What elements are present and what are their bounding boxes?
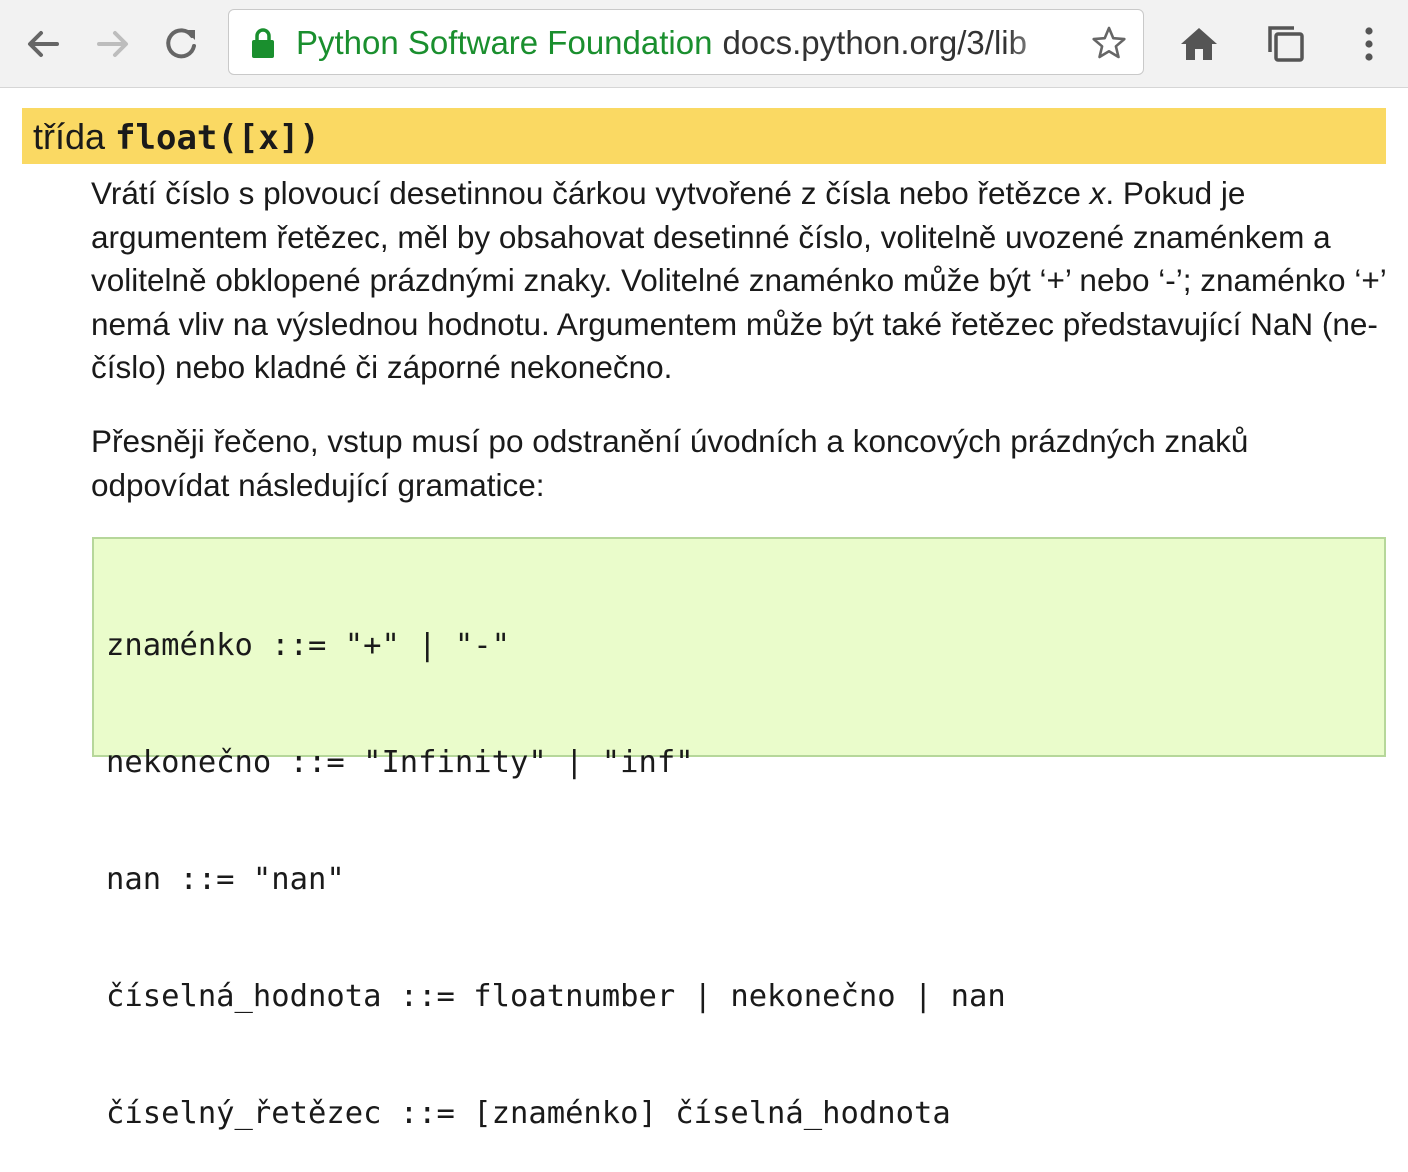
grammar-line: číselná_hodnota ::= floatnumber | nekone… (106, 979, 1006, 1014)
signature-name: float([x]) (115, 118, 320, 158)
back-arrow-icon (28, 31, 59, 57)
reload-button[interactable] (156, 19, 206, 69)
grammar-intro-paragraph: Přesněji řečeno, vstup musí po odstraněn… (91, 423, 1249, 503)
tabs-button[interactable] (1261, 19, 1311, 69)
description-text-a: Vrátí číslo s plovoucí desetinnou čárkou… (91, 175, 1090, 211)
grammar-line: nan ::= "nan" (106, 862, 345, 897)
grammar-code-block: znaménko ::= "+" | "-" nekonečno ::= "In… (92, 537, 1386, 1131)
grammar-line: nekonečno ::= "Infinity" | "inf" (106, 745, 694, 780)
star-icon[interactable] (1091, 25, 1127, 61)
url-text[interactable]: Python Software Foundation docs.python.or… (296, 10, 1068, 74)
lock-icon (252, 28, 274, 58)
param-x: x (1089, 175, 1106, 211)
browser-toolbar: Python Software Foundation docs.python.or… (0, 0, 1408, 88)
menu-button[interactable] (1344, 19, 1394, 69)
reload-icon (166, 28, 196, 59)
home-icon (1181, 28, 1217, 60)
grammar-line: znaménko ::= "+" | "-" (106, 628, 510, 663)
forward-button[interactable] (88, 19, 138, 69)
function-signature: třída float([x]) (22, 108, 1386, 164)
home-button[interactable] (1174, 19, 1224, 69)
address-bar[interactable]: Python Software Foundation docs.python.or… (228, 9, 1144, 75)
tabs-icon (1268, 26, 1304, 62)
menu-kebab-icon (1365, 27, 1373, 61)
back-button[interactable] (18, 19, 68, 69)
url-host: docs.python.org/3/lib (722, 24, 1027, 61)
grammar-line: číselný_řetězec ::= [znaménko] číselná_h… (106, 1096, 951, 1131)
signature-kind: třída (33, 116, 106, 157)
description-paragraph: Vrátí číslo s plovoucí desetinnou čárkou… (91, 172, 1391, 390)
site-identity-label: Python Software Foundation (296, 24, 713, 61)
forward-arrow-icon (97, 31, 128, 57)
